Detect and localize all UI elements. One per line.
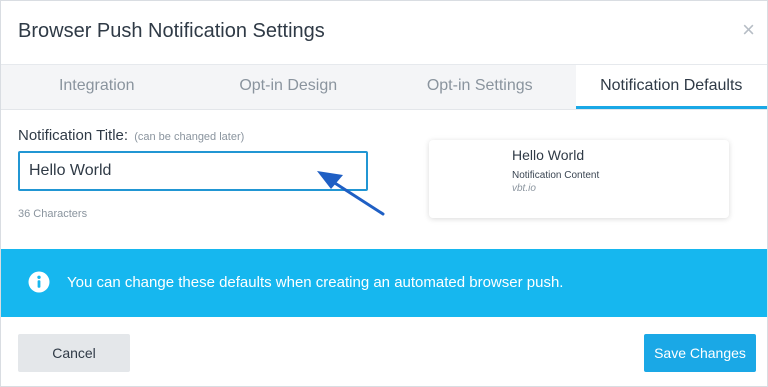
tab-notification-defaults[interactable]: Notification Defaults: [575, 65, 767, 109]
annotation-arrow-icon: [317, 171, 385, 216]
info-icon: [28, 271, 50, 293]
dialog-title: Browser Push Notification Settings: [18, 20, 325, 42]
info-banner-text: You can change these defaults when creat…: [67, 274, 564, 291]
dialog-header: Browser Push Notification Settings ×: [1, 1, 767, 65]
notification-preview: Hello World Notification Content vbt.io: [429, 140, 729, 218]
tab-integration[interactable]: Integration: [1, 65, 193, 109]
notification-title-label-text: Notification Title:: [18, 127, 129, 144]
settings-dialog: Browser Push Notification Settings × Int…: [0, 0, 768, 387]
preview-title: Hello World: [512, 147, 585, 163]
close-icon[interactable]: ×: [742, 19, 755, 41]
notification-title-label: Notification Title: (can be changed late…: [18, 127, 244, 144]
tab-bar: Integration Opt-in Design Opt-in Setting…: [1, 65, 767, 110]
cancel-button[interactable]: Cancel: [18, 334, 130, 372]
save-changes-button[interactable]: Save Changes: [644, 334, 756, 372]
tab-opt-in-design[interactable]: Opt-in Design: [193, 65, 385, 109]
preview-content: Notification Content: [512, 170, 600, 181]
character-count: 36 Characters: [18, 208, 88, 220]
info-banner: You can change these defaults when creat…: [1, 249, 767, 317]
preview-domain: vbt.io: [512, 183, 536, 194]
tab-opt-in-settings[interactable]: Opt-in Settings: [384, 65, 576, 109]
notification-title-hint: (can be changed later): [134, 131, 245, 143]
